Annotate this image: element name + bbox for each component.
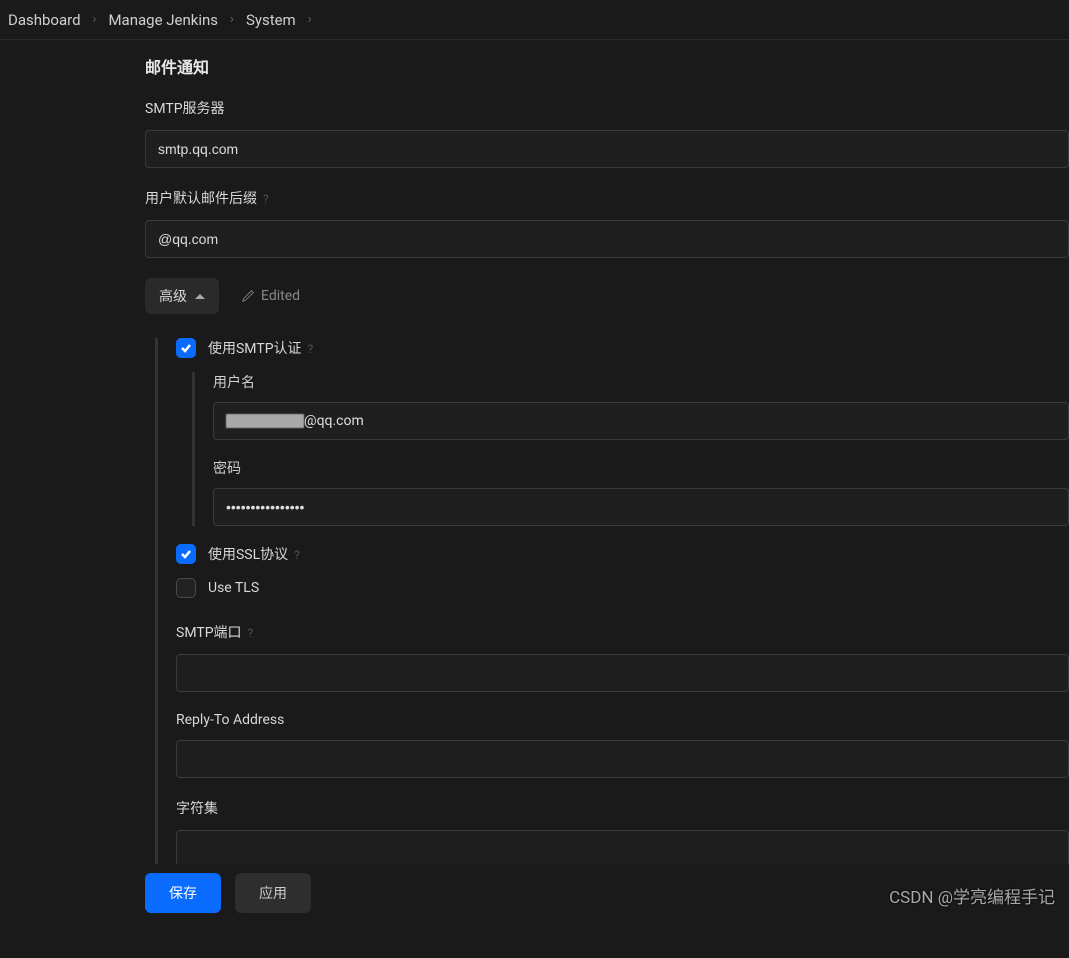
smtp-port-field: SMTP端口? xyxy=(176,622,1069,692)
chevron-up-icon xyxy=(195,294,205,299)
edited-indicator: Edited xyxy=(241,288,300,304)
check-icon xyxy=(180,342,192,354)
breadcrumb-manage-jenkins[interactable]: Manage Jenkins xyxy=(108,11,218,29)
charset-input[interactable] xyxy=(176,830,1069,868)
username-field: 用户名 @qq.com xyxy=(213,372,1069,440)
use-tls-label: Use TLS xyxy=(208,580,259,596)
breadcrumb-system[interactable]: System xyxy=(246,11,296,29)
use-smtp-auth-label: 使用SMTP认证? xyxy=(208,338,313,358)
use-ssl-label: 使用SSL协议? xyxy=(208,544,300,564)
password-input[interactable] xyxy=(213,488,1069,526)
reply-to-label: Reply-To Address xyxy=(176,712,1069,728)
smtp-port-label: SMTP端口? xyxy=(176,622,1069,642)
default-suffix-input[interactable] xyxy=(145,220,1069,258)
use-tls-row: Use TLS xyxy=(176,578,1069,598)
advanced-row: 高级 Edited xyxy=(145,278,1069,314)
use-smtp-auth-checkbox[interactable] xyxy=(176,338,196,358)
username-input[interactable]: @qq.com xyxy=(213,402,1069,440)
chevron-right-icon: › xyxy=(93,12,97,27)
chevron-right-icon: › xyxy=(230,12,234,27)
breadcrumb: Dashboard › Manage Jenkins › System › xyxy=(0,0,1069,40)
breadcrumb-dashboard[interactable]: Dashboard xyxy=(8,11,81,29)
charset-field: 字符集 xyxy=(176,798,1069,868)
masked-username xyxy=(226,414,304,428)
advanced-section: 使用SMTP认证? 用户名 @qq.com 密码 使用SSL协议? xyxy=(155,338,1069,868)
help-icon[interactable]: ? xyxy=(263,192,269,206)
smtp-server-label: SMTP服务器 xyxy=(145,98,1069,118)
help-icon[interactable]: ? xyxy=(308,342,314,356)
advanced-toggle-button[interactable]: 高级 xyxy=(145,278,219,314)
charset-label: 字符集 xyxy=(176,798,1069,818)
save-button[interactable]: 保存 xyxy=(145,873,221,913)
apply-button[interactable]: 应用 xyxy=(235,873,311,913)
use-ssl-row: 使用SSL协议? xyxy=(176,544,1069,564)
use-smtp-auth-row: 使用SMTP认证? xyxy=(176,338,1069,358)
check-icon xyxy=(180,548,192,560)
password-field: 密码 xyxy=(213,458,1069,526)
password-label: 密码 xyxy=(213,458,1069,478)
use-ssl-checkbox[interactable] xyxy=(176,544,196,564)
smtp-server-input[interactable] xyxy=(145,130,1069,168)
default-suffix-label: 用户默认邮件后缀? xyxy=(145,188,1069,208)
default-suffix-field: 用户默认邮件后缀? xyxy=(145,188,1069,258)
username-label: 用户名 xyxy=(213,372,1069,392)
help-icon[interactable]: ? xyxy=(294,548,300,562)
section-title: 邮件通知 xyxy=(145,54,1069,78)
chevron-right-icon: › xyxy=(308,12,312,27)
watermark: CSDN @学亮编程手记 xyxy=(889,883,1055,908)
reply-to-field: Reply-To Address xyxy=(176,712,1069,778)
main-content: 邮件通知 SMTP服务器 用户默认邮件后缀? 高级 Edited 使用SMTP认… xyxy=(0,40,1069,958)
smtp-port-input[interactable] xyxy=(176,654,1069,692)
reply-to-input[interactable] xyxy=(176,740,1069,778)
smtp-server-field: SMTP服务器 xyxy=(145,98,1069,168)
help-icon[interactable]: ? xyxy=(248,626,254,640)
auth-credentials: 用户名 @qq.com 密码 xyxy=(192,372,1069,526)
use-tls-checkbox[interactable] xyxy=(176,578,196,598)
pencil-icon xyxy=(241,289,255,303)
